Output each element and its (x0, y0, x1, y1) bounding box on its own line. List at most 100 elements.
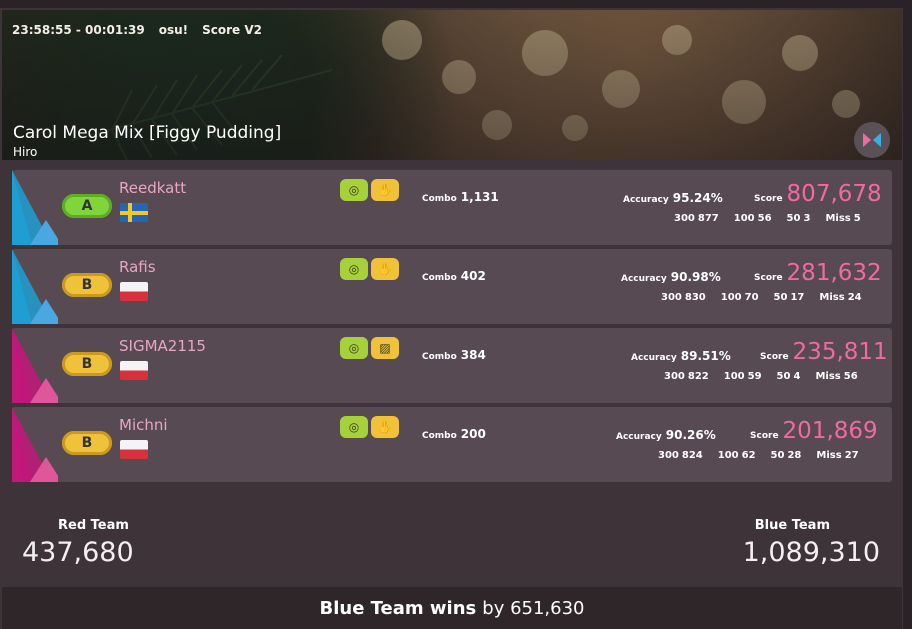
mod-icons: ◎ ✋ (340, 416, 399, 438)
result-bar: Blue Team wins by 651,630 (2, 587, 902, 629)
combo-value: 200 (460, 427, 486, 441)
score-value: 807,678 (786, 181, 882, 207)
hit-100-count: 62 (741, 450, 756, 461)
accuracy-label: Accuracy (623, 195, 669, 205)
hit-50-label: 50 (776, 371, 791, 382)
mod-icons: ◎ ▨ (340, 337, 399, 359)
hit-100: 100 62 (718, 450, 756, 461)
miss-count: 56 (843, 371, 858, 382)
scoring-type: Score V2 (202, 23, 263, 37)
red-team-stripe (12, 407, 58, 482)
combo-value: 384 (460, 348, 486, 362)
player-name: Michni (119, 416, 168, 434)
hit-50: 50 4 (777, 371, 801, 382)
hand-mod-icon: ✋ (371, 416, 399, 438)
accuracy-label: Accuracy (616, 432, 662, 442)
grade-letter: B (81, 435, 93, 451)
hit-stats: 300 877 100 56 50 3 Miss 5 (674, 213, 861, 224)
hit-100-label: 100 (733, 213, 755, 224)
miss-count: 27 (844, 450, 859, 461)
score-label: Score (760, 352, 789, 362)
miss-count: 5 (853, 213, 861, 224)
grade-letter: B (81, 356, 93, 372)
match-info-row: 23:58:55 - 00:01:39 osu! Score V2 (12, 23, 262, 37)
hit-50-count: 4 (793, 371, 801, 382)
hit-300: 300 877 (674, 213, 719, 224)
time-range: 23:58:55 - 00:01:39 (12, 23, 145, 37)
combo-label: Combo (422, 273, 457, 283)
hit-50: 50 3 (787, 213, 811, 224)
grade-badge: B (62, 352, 112, 376)
combo-display: Combo 200 (422, 427, 486, 441)
poland-flag (120, 361, 148, 380)
hit-50-count: 28 (787, 450, 802, 461)
hit-300-label: 300 (674, 213, 695, 224)
hit-stats: 300 822 100 59 50 4 Miss 56 (664, 371, 858, 382)
miss-label: Miss (819, 292, 845, 303)
blue-team-name: Blue Team (754, 518, 830, 533)
hit-stats: 300 824 100 62 50 28 Miss 27 (658, 450, 859, 461)
score-label: Score (754, 273, 783, 283)
score-label: Score (750, 431, 779, 441)
hit-100: 100 59 (724, 371, 762, 382)
hit-50-label: 50 (770, 450, 785, 461)
blue-team-stripe (12, 170, 58, 245)
hit-300: 300 822 (664, 371, 709, 382)
hit-300: 300 824 (658, 450, 703, 461)
hit-100: 100 70 (721, 292, 759, 303)
hand-mod-icon: ✋ (371, 258, 399, 280)
gear-mod-icon: ◎ (340, 416, 368, 438)
score-display: Score 281,632 (754, 260, 882, 286)
hit-300-label: 300 (664, 371, 685, 382)
miss-label: Miss (816, 450, 842, 461)
game-mode: osu! (158, 23, 189, 37)
player-row: B Michni ◎ ✋ Combo 200 Accuracy 90.26% S… (12, 407, 892, 482)
hit-300-count: 824 (681, 450, 703, 461)
red-team-stripe (12, 328, 58, 403)
hand-mod-icon: ✋ (371, 179, 399, 201)
mod-icons: ◎ ✋ (340, 258, 399, 280)
hit-300: 300 830 (661, 292, 706, 303)
miss-count: 24 (847, 292, 862, 303)
combo-display: Combo 384 (422, 348, 486, 362)
accuracy-label: Accuracy (621, 274, 667, 284)
hit-50-count: 3 (803, 213, 811, 224)
accuracy-value: 89.51% (680, 349, 731, 363)
hit-stats: 300 830 100 70 50 17 Miss 24 (661, 292, 862, 303)
player-name: SIGMA2115 (119, 337, 206, 355)
hit-100-label: 100 (717, 450, 739, 461)
player-name: Reedkatt (119, 179, 187, 197)
hit-50-label: 50 (786, 213, 801, 224)
map-banner: 23:58:55 - 00:01:39 osu! Score V2 Carol … (2, 10, 902, 160)
hit-300-count: 877 (697, 213, 719, 224)
combo-display: Combo 1,131 (422, 190, 499, 204)
accuracy-display: Accuracy 89.51% (631, 349, 731, 363)
combo-label: Combo (422, 431, 457, 441)
blue-team-score: 1,089,310 (742, 537, 880, 568)
map-difficulty-author: Hiro (13, 145, 38, 159)
player-row: A Reedkatt ◎ ✋ Combo 1,131 Accuracy 95.2… (12, 170, 892, 245)
hit-100-label: 100 (720, 292, 742, 303)
red-team-name: Red Team (58, 518, 129, 533)
tournament-logo-icon (854, 122, 890, 158)
blue-team-summary: Blue Team 1,089,310 (743, 518, 880, 568)
miss: Miss 24 (819, 292, 861, 303)
mod-icons: ◎ ✋ (340, 179, 399, 201)
grade-badge: B (62, 431, 112, 455)
win-margin: by 651,630 (482, 597, 585, 619)
accuracy-display: Accuracy 95.24% (623, 191, 723, 205)
hit-300-count: 822 (687, 371, 709, 382)
poland-flag (120, 440, 148, 459)
red-team-score: 437,680 (22, 537, 134, 568)
hit-50-count: 17 (790, 292, 805, 303)
combo-label: Combo (422, 352, 457, 362)
gear-mod-icon: ◎ (340, 258, 368, 280)
hit-50: 50 28 (771, 450, 802, 461)
gear-mod-icon: ◎ (340, 337, 368, 359)
grade-letter: B (81, 277, 93, 293)
combo-value: 1,131 (460, 190, 499, 204)
blue-team-stripe (12, 249, 58, 324)
accuracy-display: Accuracy 90.26% (616, 428, 716, 442)
score-label: Score (754, 194, 783, 204)
accuracy-value: 90.98% (670, 270, 721, 284)
